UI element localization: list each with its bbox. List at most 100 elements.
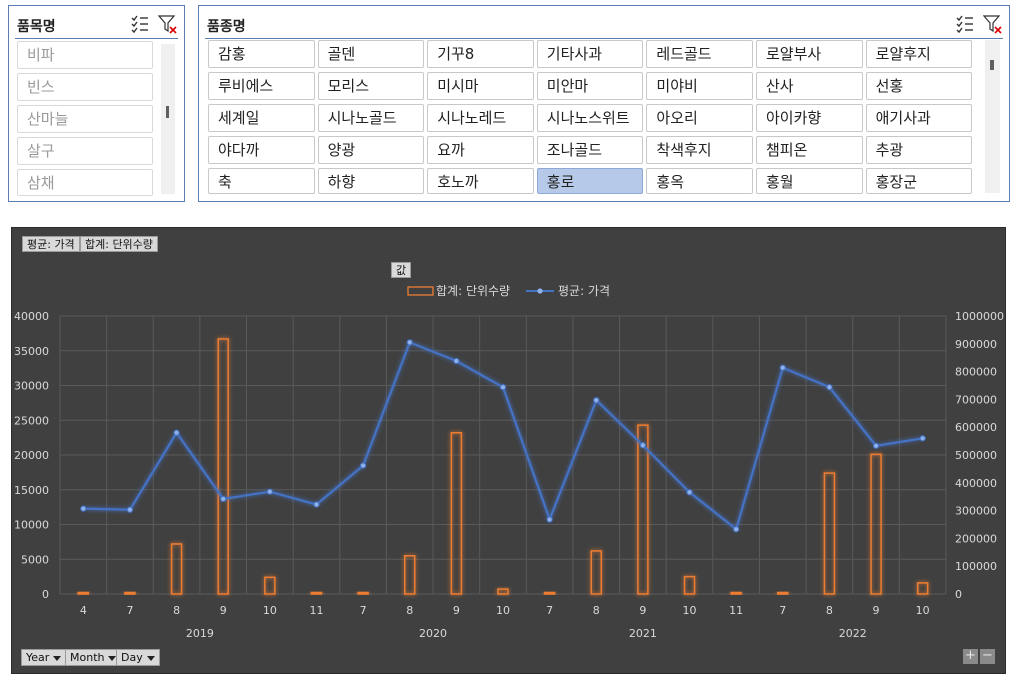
axis-day-label: Day	[121, 651, 143, 664]
y-right-tick-label: 500000	[955, 449, 997, 462]
variety-option[interactable]: 홍로	[536, 168, 644, 194]
x-month-label: 8	[173, 604, 180, 617]
variety-option[interactable]: 루비에스	[208, 72, 315, 100]
bar-units	[450, 432, 463, 595]
bar-units	[637, 424, 649, 595]
variety-option[interactable]: 모리스	[317, 72, 425, 100]
variety-option[interactable]: 아오리	[646, 104, 753, 132]
y-left-tick-label: 40000	[14, 310, 49, 323]
point-avg-price	[826, 384, 833, 391]
point-avg-price	[220, 495, 227, 503]
variety-option[interactable]: 아이카향	[756, 104, 863, 132]
point-avg-price	[639, 442, 646, 449]
x-month-label: 9	[873, 604, 880, 617]
variety-slicer: 품종명 감홍 골덴 기꾸8 기타사과 레드골드 로얄부사 로얄후지 루비에스 모…	[198, 5, 1010, 202]
item-slicer-option[interactable]: 산마늘	[17, 105, 153, 133]
x-month-label: 8	[593, 604, 600, 617]
variety-option[interactable]: 골덴	[317, 40, 425, 68]
multi-select-icon[interactable]	[955, 14, 975, 34]
variety-option[interactable]: 미야비	[646, 72, 753, 100]
clear-filter-icon[interactable]	[982, 14, 1003, 34]
variety-slicer-header: 품종명	[205, 12, 1003, 39]
bar-units	[730, 591, 742, 595]
multi-select-icon[interactable]	[130, 14, 150, 34]
item-slicer-scrollbar[interactable]	[161, 44, 175, 194]
bar-units	[77, 591, 90, 595]
item-slicer-option[interactable]: 삼채	[17, 169, 153, 196]
variety-option[interactable]: 홍옥	[646, 168, 753, 194]
dropdown-arrow-icon	[146, 655, 155, 661]
point-avg-price	[173, 429, 180, 436]
axis-day-button[interactable]: Day	[116, 649, 160, 666]
point-avg-price	[919, 435, 926, 442]
legend-units-label: 합계: 단위수량	[436, 284, 510, 298]
point-avg-price	[80, 505, 87, 512]
variety-option[interactable]: 시나노레드	[427, 104, 534, 132]
variety-option[interactable]: 산사	[756, 72, 863, 100]
x-year-label: 2021	[629, 627, 657, 640]
variety-option[interactable]: 축	[208, 168, 315, 194]
point-avg-price	[499, 384, 507, 391]
x-month-label: 7	[126, 604, 133, 617]
bar-units	[916, 582, 929, 595]
item-slicer-option[interactable]: 살구	[17, 137, 153, 165]
variety-option[interactable]: 하향	[317, 168, 425, 194]
variety-option[interactable]: 야다까	[208, 136, 315, 164]
x-year-label: 2020	[419, 627, 447, 640]
bar-units	[357, 591, 369, 595]
variety-option[interactable]: 세계일	[208, 104, 315, 132]
variety-option[interactable]: 기타사과	[536, 40, 644, 68]
variety-option[interactable]: 애기사과	[865, 104, 973, 132]
point-avg-price	[779, 364, 786, 371]
point-avg-price	[686, 489, 693, 496]
collapse-field-button[interactable]: −	[980, 649, 995, 664]
variety-option[interactable]: 미시마	[427, 72, 534, 100]
axis-month-button[interactable]: Month	[65, 649, 122, 666]
variety-option[interactable]: 요까	[427, 136, 534, 164]
legend-price-label: 평균: 가격	[558, 284, 610, 298]
x-month-label: 10	[496, 604, 510, 617]
y-left-tick-label: 0	[42, 588, 49, 601]
variety-option[interactable]: 조나골드	[536, 136, 644, 164]
variety-option[interactable]: 감홍	[208, 40, 315, 68]
bar-units	[777, 591, 789, 595]
item-slicer-option[interactable]: 빈스	[17, 73, 153, 101]
variety-option[interactable]: 홍월	[756, 168, 863, 194]
x-month-label: 11	[729, 604, 743, 617]
point-avg-price	[313, 501, 320, 508]
variety-option[interactable]: 추광	[865, 136, 973, 164]
variety-option[interactable]: 레드골드	[646, 40, 753, 68]
variety-option[interactable]: 선홍	[865, 72, 973, 100]
variety-option[interactable]: 미안마	[536, 72, 644, 100]
dropdown-arrow-icon	[53, 655, 62, 661]
variety-option[interactable]: 양광	[317, 136, 425, 164]
variety-option[interactable]: 기꾸8	[427, 40, 534, 68]
y-left-tick-label: 20000	[14, 449, 49, 462]
variety-option[interactable]: 착색후지	[646, 136, 753, 164]
variety-slicer-scroll-thumb[interactable]	[990, 60, 994, 70]
point-avg-price	[593, 397, 600, 404]
item-slicer-title: 품목명	[17, 19, 56, 35]
y-right-tick-label: 300000	[955, 505, 997, 518]
variety-slicer-scrollbar[interactable]	[985, 40, 1000, 193]
expand-field-button[interactable]: +	[963, 649, 978, 664]
variety-option[interactable]: 시나노스위트	[536, 104, 644, 132]
variety-option[interactable]: 챔피온	[756, 136, 863, 164]
clear-filter-icon[interactable]	[157, 14, 178, 34]
variety-option[interactable]: 시나노골드	[317, 104, 425, 132]
x-month-label: 10	[263, 604, 277, 617]
item-slicer-option[interactable]: 비파	[17, 41, 153, 69]
item-slicer-scroll-thumb[interactable]	[166, 106, 169, 118]
x-month-label: 7	[779, 604, 786, 617]
x-month-label: 7	[360, 604, 367, 617]
axis-year-button[interactable]: Year	[21, 649, 67, 666]
variety-option[interactable]: 호노까	[427, 168, 534, 194]
point-avg-price	[266, 488, 273, 495]
variety-option[interactable]: 홍장군	[865, 168, 973, 194]
variety-option[interactable]: 로얄부사	[756, 40, 863, 68]
variety-option[interactable]: 로얄후지	[865, 40, 973, 68]
y-left-tick-label: 10000	[14, 519, 49, 532]
x-month-label: 7	[546, 604, 553, 617]
y-right-tick-label: 600000	[955, 421, 997, 434]
x-year-label: 2019	[186, 627, 214, 640]
